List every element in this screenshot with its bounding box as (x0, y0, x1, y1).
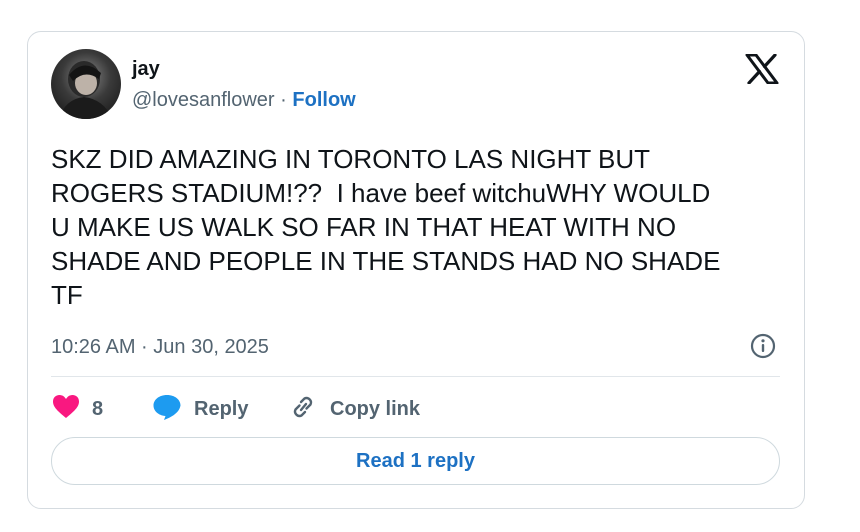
copy-link-button[interactable]: Copy link (288, 394, 420, 424)
info-icon[interactable] (750, 333, 776, 359)
read-replies-button[interactable]: Read 1 reply (51, 437, 780, 485)
link-icon (288, 393, 318, 426)
like-button[interactable]: 8 (52, 394, 103, 424)
tweet-text: SKZ DID AMAZING IN TORONTO LAS NIGHT BUT… (51, 144, 721, 310)
follow-button[interactable]: Follow (292, 89, 355, 111)
reply-label: Reply (194, 397, 249, 420)
x-logo-icon[interactable] (745, 53, 779, 85)
like-count: 8 (92, 397, 104, 420)
author-handle[interactable]: @lovesanflower (132, 89, 275, 111)
author-name[interactable]: jay (132, 58, 160, 81)
author-handle-row: @lovesanflower · Follow (132, 89, 356, 112)
reply-button[interactable]: Reply (152, 394, 248, 424)
speech-bubble-icon (152, 393, 182, 426)
avatar[interactable] (51, 49, 121, 119)
tweet-timestamp[interactable]: 10:26 AM · Jun 30, 2025 (51, 336, 269, 359)
copy-link-label: Copy link (330, 397, 421, 420)
separator-dot: · (280, 89, 287, 111)
divider (51, 376, 780, 377)
heart-icon (52, 394, 80, 425)
